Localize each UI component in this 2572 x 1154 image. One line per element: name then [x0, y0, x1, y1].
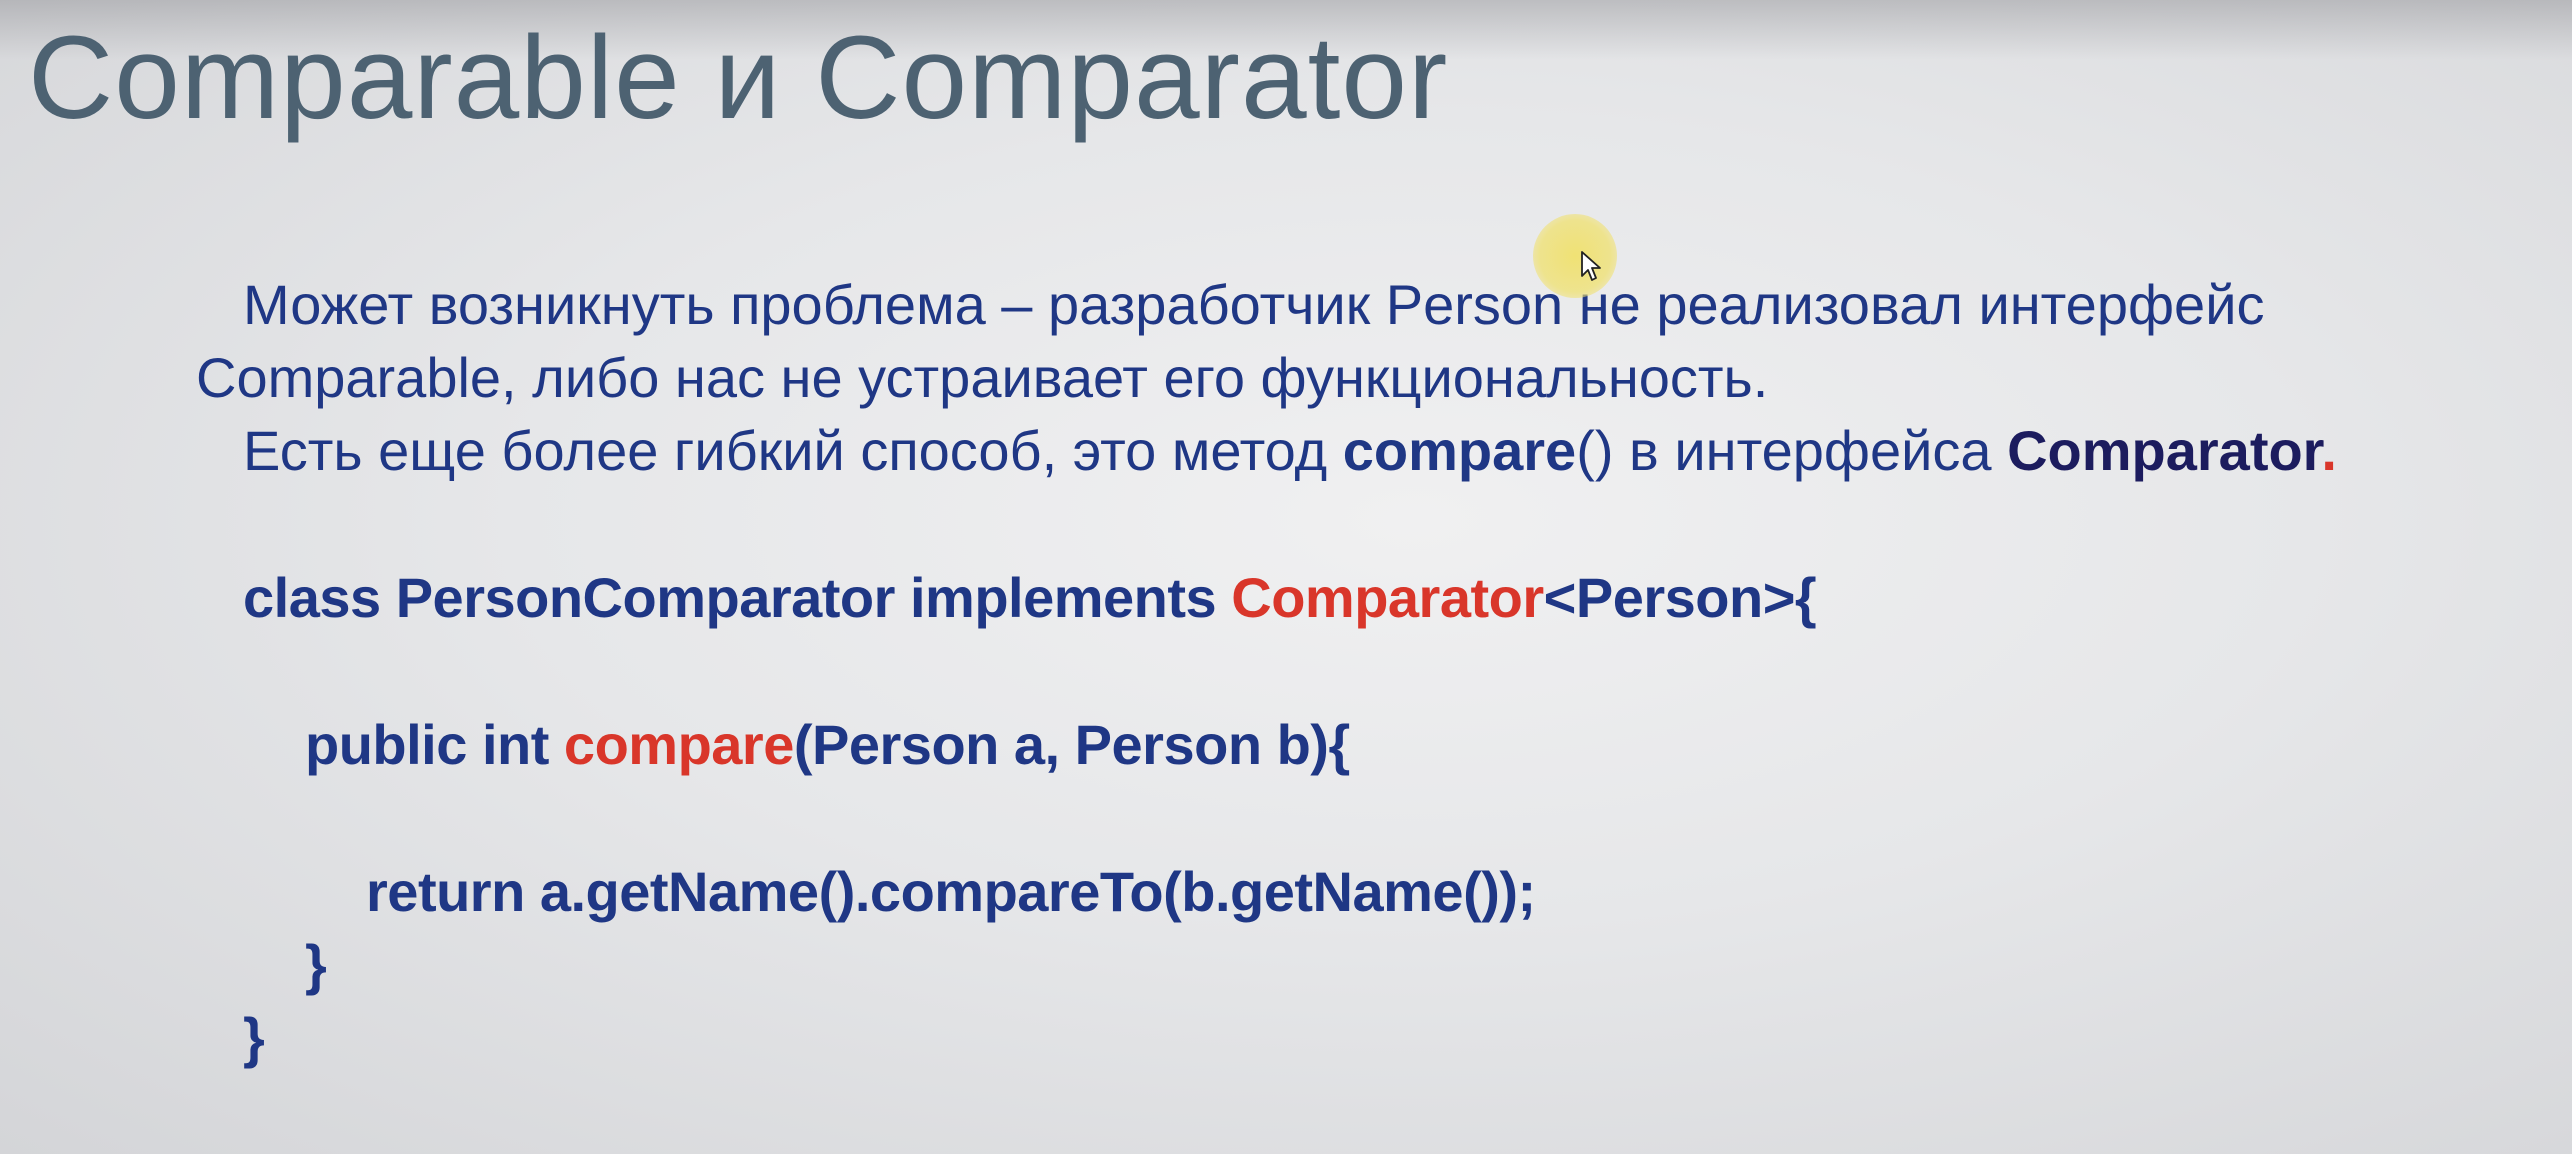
code-line-return-statement: return a.getName().compareTo(b.getName()…: [366, 860, 1536, 923]
paragraph-2-text-middle: в интерфейса: [1613, 419, 2008, 482]
paragraph-1-line-1: Может возникнуть проблема – разработчик …: [243, 273, 2265, 336]
code-line-1-part-a: class PersonComparator implements: [243, 566, 1232, 629]
mouse-pointer-icon: [1581, 251, 1601, 281]
code-line-class-declaration: class PersonComparator implements Compar…: [243, 565, 1817, 631]
paragraph-2-method: compare: [1342, 419, 1577, 482]
code-line-1-part-c: <Person>{: [1543, 566, 1817, 629]
paragraph-2-dot: .: [2321, 419, 2337, 482]
paragraph-2-text-before: Есть еще более гибкий способ, это метод: [243, 419, 1343, 482]
code-line-1-comparator: Comparator: [1231, 566, 1544, 629]
code-line-class-close-brace: }: [243, 1006, 265, 1069]
cursor-highlight: [1533, 214, 1617, 298]
code-line-2-part-a: public int: [305, 713, 564, 776]
code-line-method-signature: public int compare(Person a, Person b){: [305, 712, 1350, 778]
paragraph-1-line-2: Comparable, либо нас не устраивает его ф…: [196, 346, 1769, 409]
code-line-2-part-c: (Person a, Person b){: [793, 713, 1350, 776]
slide-title: Comparable и Comparator: [28, 12, 1449, 144]
paragraph-2: Есть еще более гибкий способ, это метод …: [243, 418, 2337, 484]
code-line-method-close-brace: }: [305, 933, 327, 996]
paragraph-2-parens: (): [1576, 419, 1614, 482]
code-line-2-compare: compare: [563, 713, 794, 776]
paragraph-2-interface: Comparator: [2007, 419, 2322, 482]
